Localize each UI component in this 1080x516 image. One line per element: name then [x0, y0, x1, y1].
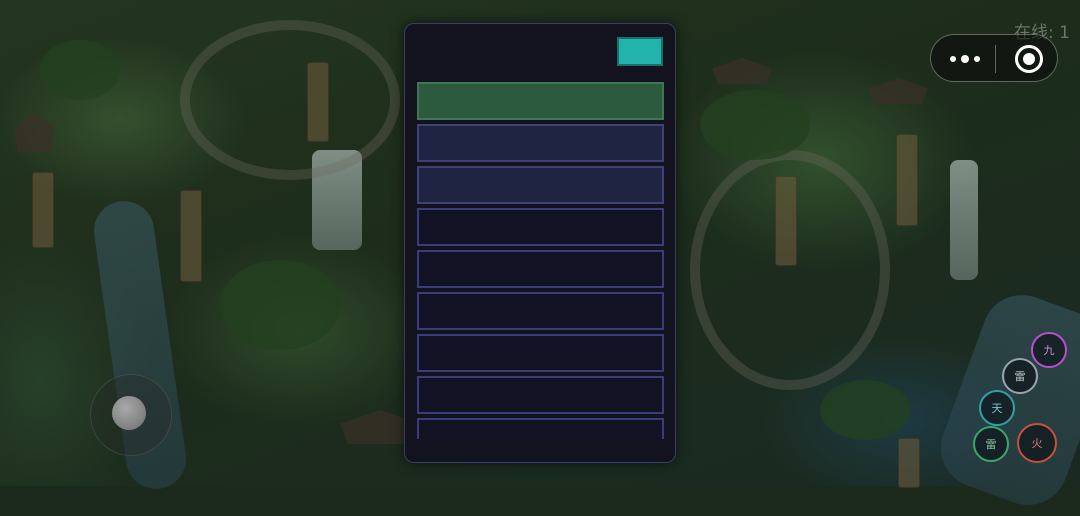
list-item[interactable]	[417, 334, 664, 372]
skill-huo-label: 火	[1031, 437, 1043, 450]
list-item[interactable]	[417, 418, 664, 439]
skill-lei-top-button[interactable]: 雷	[1002, 358, 1038, 394]
list-item[interactable]	[417, 166, 664, 204]
more-dot-icon	[974, 56, 980, 62]
list-item[interactable]	[417, 250, 664, 288]
list-item[interactable]	[417, 124, 664, 162]
skill-jiu-button[interactable]: 九	[1031, 332, 1067, 368]
panel-list[interactable]	[417, 82, 664, 439]
list-item[interactable]	[417, 376, 664, 414]
skill-tian-button[interactable]: 天	[979, 390, 1015, 426]
skill-jiu-label: 九	[1043, 344, 1055, 357]
list-item[interactable]	[417, 292, 664, 330]
skill-tian-label: 天	[991, 402, 1003, 415]
capsule-divider	[995, 45, 996, 73]
skill-huo-button[interactable]: 火	[1017, 423, 1057, 463]
more-dot-icon	[950, 56, 956, 62]
joystick-knob[interactable]	[112, 396, 146, 430]
skill-lei-bottom-button[interactable]: 雷	[973, 426, 1009, 462]
close-target-icon[interactable]	[1015, 45, 1043, 73]
list-panel	[404, 23, 676, 463]
skill-lei-label: 雷	[985, 438, 997, 451]
list-item[interactable]	[417, 208, 664, 246]
panel-close-button[interactable]	[617, 37, 663, 66]
list-item[interactable]	[417, 82, 664, 120]
menu-capsule	[930, 34, 1058, 82]
more-dot-icon	[961, 55, 969, 63]
skill-lei-label: 雷	[1014, 370, 1026, 383]
more-menu-button[interactable]	[947, 49, 983, 69]
